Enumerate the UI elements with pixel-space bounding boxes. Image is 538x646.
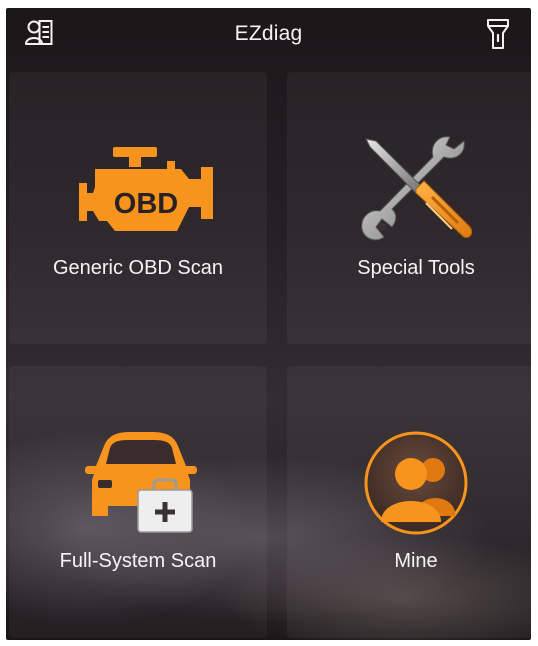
generic-obd-scan-tile[interactable]: OBD Generic OBD Scan xyxy=(9,72,267,344)
tile-label: Special Tools xyxy=(357,257,475,279)
car-medkit-icon xyxy=(85,432,197,533)
user-avatar-icon xyxy=(364,431,468,535)
app-title: EZdiag xyxy=(234,22,303,45)
special-tools-tile[interactable]: Special Tools xyxy=(287,72,531,344)
svg-text:OBD: OBD xyxy=(114,188,178,220)
full-system-scan-tile[interactable]: Full-System Scan xyxy=(9,366,267,638)
tile-label: Mine xyxy=(394,550,438,572)
flashlight-icon[interactable] xyxy=(485,18,515,49)
tile-label: Full-System Scan xyxy=(59,550,217,572)
wrench-screwdriver-icon xyxy=(361,136,473,241)
app-screen: EZdiag OBD Generic OBD Scan Special Tool… xyxy=(6,8,531,640)
engine-obd-icon: OBD xyxy=(79,147,213,231)
mine-tile[interactable]: Mine xyxy=(287,366,531,638)
tile-label: Generic OBD Scan xyxy=(52,257,224,279)
top-bar: EZdiag xyxy=(6,8,531,60)
